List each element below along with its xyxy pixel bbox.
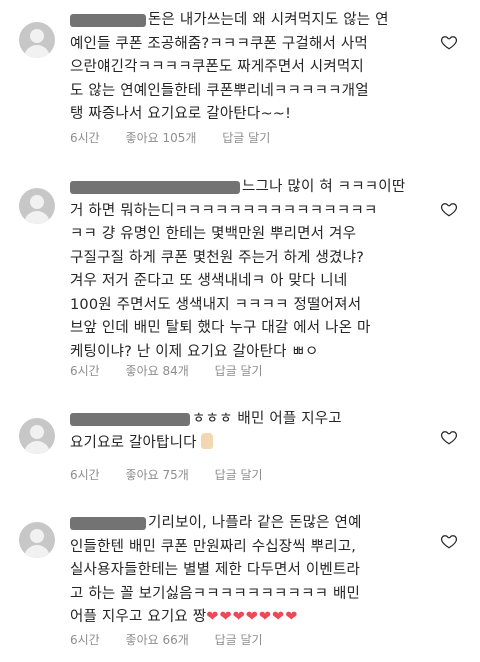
- username-redacted[interactable]: [70, 412, 190, 426]
- comment-text: 돈은 내가쓰는데 왜 시켜먹지도 않는 연 예인들 쿠폰 조공해줌?ㅋㅋㅋ쿠폰 …: [70, 12, 389, 122]
- username-redacted[interactable]: [70, 180, 240, 194]
- username-redacted[interactable]: [70, 13, 146, 27]
- like-heart-icon[interactable]: [440, 428, 458, 446]
- comment-text: ㅎㅎㅎ 배민 어플 지우고 요기요로 갈아탑니다: [70, 411, 342, 451]
- username-redacted[interactable]: [70, 516, 146, 530]
- likes-count[interactable]: 좋아요 75개: [126, 466, 189, 483]
- timestamp: 6시간: [70, 131, 100, 145]
- reply-button[interactable]: 답글 달기: [222, 129, 270, 146]
- comment-meta: 6시간 좋아요 105개 답글 달기: [70, 129, 270, 146]
- avatar[interactable]: [19, 418, 55, 454]
- likes-count[interactable]: 좋아요 66개: [126, 631, 189, 648]
- reply-button[interactable]: 답글 달기: [215, 362, 263, 379]
- reply-button[interactable]: 답글 달기: [215, 631, 263, 648]
- timestamp: 6시간: [70, 364, 100, 378]
- comment-text: 느그나 많이 혀 ㅋㅋㅋ이딴 거 하면 뭐하는디ㅋㅋㅋㅋㅋㅋㅋㅋㅋㅋㅋㅋㅋㅋㅋ …: [70, 179, 406, 360]
- comment-meta: 6시간 좋아요 75개 답글 달기: [70, 466, 263, 483]
- likes-count[interactable]: 좋아요 84개: [126, 362, 189, 379]
- like-heart-icon[interactable]: [440, 532, 458, 550]
- comment-meta: 6시간 좋아요 84개 답글 달기: [70, 362, 263, 379]
- timestamp: 6시간: [70, 468, 100, 482]
- comment-text: 기리보이, 나플라 같은 돈많은 연예 인들한텐 배민 쿠폰 만원짜리 수십장씩…: [70, 515, 362, 625]
- pointing-hand-icon: [200, 432, 213, 449]
- avatar[interactable]: [19, 522, 55, 558]
- likes-count[interactable]: 좋아요 105개: [126, 129, 197, 146]
- avatar[interactable]: [19, 188, 55, 224]
- avatar[interactable]: [19, 22, 55, 58]
- like-heart-icon[interactable]: [440, 33, 458, 51]
- comment-meta: 6시간 좋아요 66개 답글 달기: [70, 631, 263, 648]
- heart-emojis: ❤❤❤❤❤❤❤: [206, 609, 299, 625]
- timestamp: 6시간: [70, 633, 100, 647]
- reply-button[interactable]: 답글 달기: [215, 466, 263, 483]
- like-heart-icon[interactable]: [440, 200, 458, 218]
